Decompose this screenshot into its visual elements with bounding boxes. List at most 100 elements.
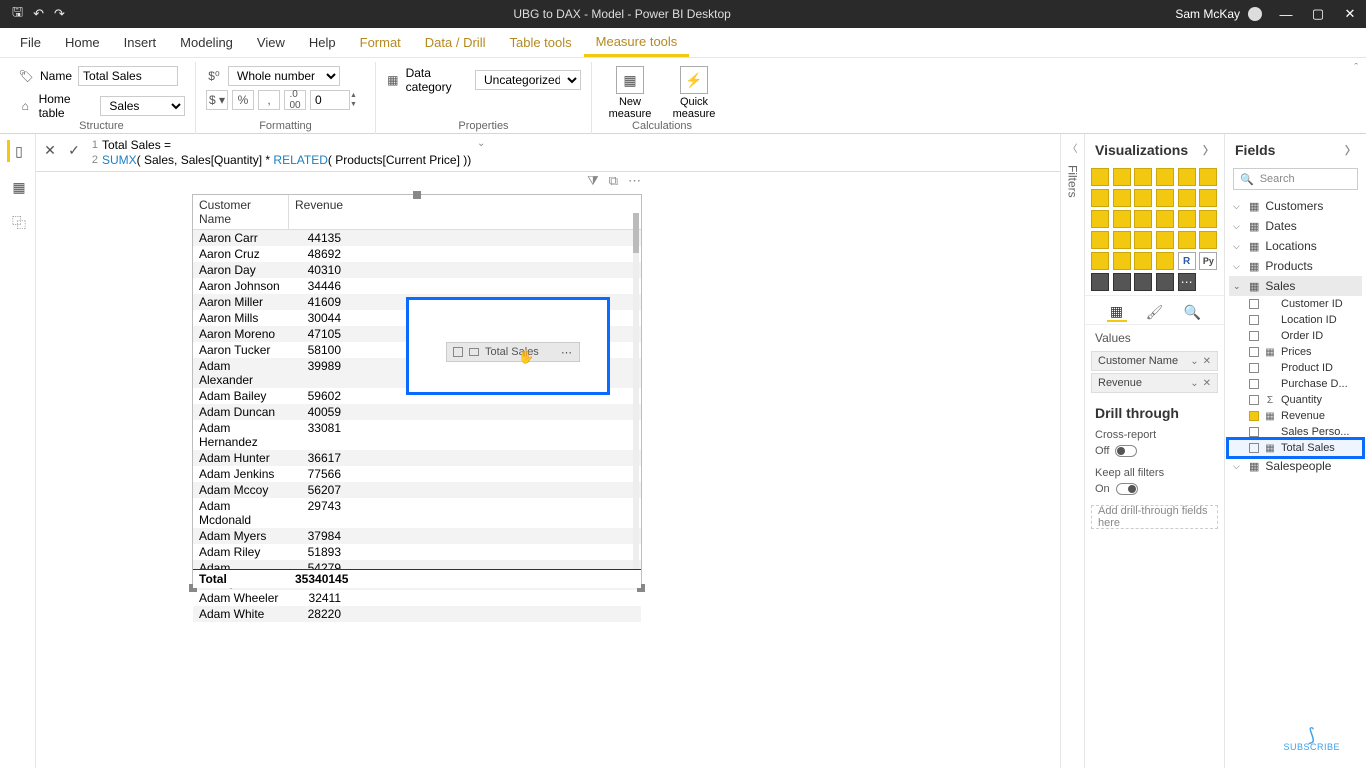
viz-type-button[interactable] [1156, 210, 1174, 228]
viz-type-button[interactable] [1091, 210, 1109, 228]
data-view-button[interactable]: ▦ [7, 176, 29, 198]
model-view-button[interactable]: ⿻ [7, 212, 29, 234]
viz-type-button[interactable] [1156, 168, 1174, 186]
field-well[interactable]: Customer Name⌄✕ [1091, 351, 1218, 371]
filters-pane-collapsed[interactable]: 〈 Filters [1060, 134, 1084, 768]
minimize-button[interactable]: — [1270, 7, 1302, 22]
column-header[interactable]: Revenue [289, 195, 347, 229]
format-select[interactable]: Whole number [228, 66, 340, 86]
table-node-sales[interactable]: ⌄▦Sales [1229, 276, 1362, 296]
table-row[interactable]: Adam Mccoy56207 [193, 482, 641, 498]
viz-type-button[interactable] [1113, 210, 1131, 228]
viz-type-button[interactable] [1134, 252, 1152, 270]
table-node-customers[interactable]: ⌵▦Customers [1229, 196, 1362, 216]
scrollbar[interactable] [633, 213, 639, 570]
remove-field-button[interactable]: ✕ [1203, 378, 1211, 389]
checkbox-icon[interactable] [1249, 379, 1259, 389]
viz-type-button[interactable] [1091, 231, 1109, 249]
save-icon[interactable]: 🖫 [12, 3, 23, 25]
fields-tab-icon[interactable]: ▦ [1107, 302, 1127, 322]
viz-type-button[interactable] [1091, 273, 1109, 291]
filter-icon[interactable]: ⧩ [587, 173, 599, 189]
expand-filters-button[interactable]: 〈 [1068, 140, 1078, 155]
viz-type-button[interactable] [1113, 189, 1131, 207]
viz-type-button[interactable] [1156, 189, 1174, 207]
remove-field-button[interactable]: ✕ [1203, 356, 1211, 367]
cross-report-toggle[interactable] [1115, 445, 1137, 457]
viz-type-button[interactable] [1134, 273, 1152, 291]
field-location-id[interactable]: Location ID [1229, 312, 1362, 328]
field-customer-id[interactable]: Customer ID [1229, 296, 1362, 312]
column-header[interactable]: Customer Name [193, 195, 289, 229]
field-sales-perso-[interactable]: Sales Perso... [1229, 424, 1362, 440]
field-well[interactable]: Revenue⌄✕ [1091, 373, 1218, 393]
field-quantity[interactable]: ΣQuantity [1229, 392, 1362, 408]
ribbon-collapse-button[interactable]: ˆ [1354, 62, 1358, 74]
ribbon-tab-view[interactable]: View [245, 28, 297, 57]
viz-type-button[interactable]: Py [1199, 252, 1217, 270]
checkbox-icon[interactable] [1249, 411, 1259, 421]
field-order-id[interactable]: Order ID [1229, 328, 1362, 344]
percent-button[interactable]: % [232, 90, 254, 110]
ribbon-tab-insert[interactable]: Insert [112, 28, 169, 57]
field-revenue[interactable]: ▦Revenue [1229, 408, 1362, 424]
new-measure-button[interactable]: ▦ New measure [602, 66, 658, 120]
table-row[interactable]: Adam Riley51893 [193, 544, 641, 560]
formula-expand-button[interactable]: ⌄ [471, 138, 491, 149]
viz-type-button[interactable] [1091, 168, 1109, 186]
viz-type-button[interactable]: R [1178, 252, 1196, 270]
field-prices[interactable]: ▦Prices [1229, 344, 1362, 360]
home-table-select[interactable]: Sales [100, 96, 185, 116]
comma-button[interactable]: , [258, 90, 280, 110]
spinner-down[interactable]: ▼ [350, 100, 357, 109]
viz-type-button[interactable] [1091, 252, 1109, 270]
chevron-down-icon[interactable]: ⌄ [1190, 356, 1198, 367]
table-row[interactable]: Adam Mcdonald29743 [193, 498, 641, 528]
table-row[interactable]: Aaron Johnson34446 [193, 278, 641, 294]
redo-icon[interactable]: ↷ [54, 6, 65, 22]
checkbox-icon[interactable] [1249, 363, 1259, 373]
keep-filters-toggle[interactable] [1116, 483, 1138, 495]
checkbox-icon[interactable] [1249, 331, 1259, 341]
table-row[interactable]: Aaron Carr44135 [193, 230, 641, 246]
table-node-products[interactable]: ⌵▦Products [1229, 256, 1362, 276]
ribbon-tab-table-tools[interactable]: Table tools [497, 28, 583, 57]
user-avatar-icon[interactable] [1248, 7, 1262, 21]
table-row[interactable]: Aaron Cruz48692 [193, 246, 641, 262]
format-tab-icon[interactable]: 🖌 [1145, 302, 1165, 322]
viz-type-button[interactable] [1113, 252, 1131, 270]
undo-icon[interactable]: ↶ [33, 6, 44, 22]
viz-type-button[interactable] [1113, 168, 1131, 186]
formula-cancel-button[interactable]: ✕ [38, 138, 62, 162]
resize-handle[interactable] [413, 191, 421, 199]
viz-type-button[interactable] [1199, 168, 1217, 186]
data-category-select[interactable]: Uncategorized [475, 70, 581, 90]
table-row[interactable]: Aaron Day40310 [193, 262, 641, 278]
field-total-sales[interactable]: ▦Total Sales [1229, 440, 1362, 456]
drag-field-chip[interactable]: Total Sales ⋯ [446, 342, 580, 362]
viz-type-button[interactable] [1113, 273, 1131, 291]
quick-measure-button[interactable]: ⚡ Quick measure [666, 66, 722, 120]
checkbox-icon[interactable] [1249, 315, 1259, 325]
viz-type-button[interactable] [1178, 210, 1196, 228]
viz-type-button[interactable] [1199, 210, 1217, 228]
table-node-salespeople[interactable]: ⌵▦Salespeople [1229, 456, 1362, 476]
formula-editor[interactable]: Total Sales = SUMX( Sales, Sales[Quantit… [102, 138, 471, 168]
ribbon-tab-help[interactable]: Help [297, 28, 348, 57]
collapse-pane-button[interactable]: 〉 [1203, 142, 1214, 158]
table-row[interactable]: Adam White28220 [193, 606, 641, 622]
spinner-up[interactable]: ▲ [350, 91, 357, 100]
field-product-id[interactable]: Product ID [1229, 360, 1362, 376]
viz-type-button[interactable] [1134, 189, 1152, 207]
checkbox-icon[interactable] [1249, 395, 1259, 405]
viz-type-button[interactable] [1091, 189, 1109, 207]
analytics-tab-icon[interactable]: 🔍 [1183, 302, 1203, 322]
maximize-button[interactable]: ▢ [1302, 6, 1334, 22]
ribbon-tab-format[interactable]: Format [348, 28, 413, 57]
more-options-icon[interactable]: ⋯ [628, 173, 641, 189]
viz-type-button[interactable] [1199, 189, 1217, 207]
collapse-fields-button[interactable]: 〉 [1345, 142, 1356, 158]
table-row[interactable]: Adam Wheeler32411 [193, 590, 641, 606]
viz-type-button[interactable]: ⋯ [1178, 273, 1196, 291]
ribbon-tab-measure-tools[interactable]: Measure tools [584, 28, 690, 57]
